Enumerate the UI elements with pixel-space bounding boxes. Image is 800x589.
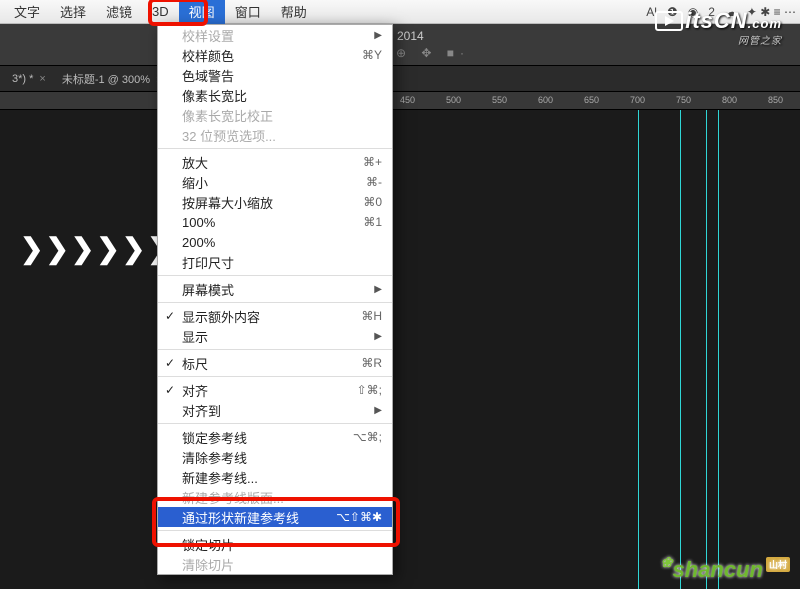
shortcut-label: ⌥⌘; <box>353 430 382 444</box>
menu-item[interactable]: 校样颜色 ⌘Y <box>158 45 392 65</box>
menu-item-label: 缩小 <box>182 173 208 192</box>
vertical-guide[interactable] <box>718 110 719 589</box>
leaf-icon: ❀ <box>661 554 673 570</box>
shortcut-label: ⌘1 <box>363 215 382 229</box>
menu-item-label: 像素长宽比校正 <box>182 106 273 125</box>
menu-item-label: 显示 <box>182 327 208 346</box>
menu-item: 32 位预览选项... <box>158 125 392 145</box>
menu-item[interactable]: 按屏幕大小缩放 ⌘0 <box>158 192 392 212</box>
ruler-mark: 650 <box>584 95 599 105</box>
menu-item-label: 清除切片 <box>182 555 234 574</box>
menu-item-label: 校样颜色 <box>182 46 234 65</box>
menu-window[interactable]: 窗口 <box>225 0 271 24</box>
view-menu-dropdown: 校样设置 ▶ 校样颜色 ⌘Y 色域警告像素长宽比像素长宽比校正32 位预览选项... 放大… <box>157 24 393 575</box>
menu-item[interactable]: 100% ⌘1 <box>158 212 392 232</box>
menu-item[interactable]: 锁定切片 <box>158 534 392 554</box>
menu-3d[interactable]: 3D <box>142 1 179 22</box>
menu-item: 校样设置 ▶ <box>158 25 392 45</box>
menu-item: 清除切片 <box>158 554 392 574</box>
play-icon <box>655 11 683 31</box>
menu-item[interactable]: 对齐到 ▶ <box>158 400 392 420</box>
shortcut-label: ⌘R <box>361 356 382 370</box>
menu-item-label: 色域警告 <box>182 66 234 85</box>
menu-item-label: 显示额外内容 <box>182 307 260 326</box>
menu-item[interactable]: 打印尺寸 <box>158 252 392 272</box>
shortcut-label: ⌥⇧⌘✱ <box>336 510 382 524</box>
checkmark-icon: ✓ <box>165 383 175 397</box>
menu-item-label: 清除参考线 <box>182 448 247 467</box>
menu-item[interactable]: 清除参考线 <box>158 447 392 467</box>
menu-item[interactable]: ✓ 对齐 ⇧⌘; <box>158 380 392 400</box>
menu-item-label: 新建参考线... <box>182 468 258 487</box>
menu-item[interactable]: ✓ 显示额外内容 ⌘H <box>158 306 392 326</box>
menu-item[interactable]: 新建参考线... <box>158 467 392 487</box>
menu-item[interactable]: ✓ 标尺 ⌘R <box>158 353 392 373</box>
shortcut-label: ⌘Y <box>362 48 382 62</box>
ruler-mark: 800 <box>722 95 737 105</box>
menu-item-label: 放大 <box>182 153 208 172</box>
shortcut-label: ⌘+ <box>363 155 382 169</box>
menu-item-label: 200% <box>182 235 215 250</box>
shortcut-label: ⌘H <box>361 309 382 323</box>
menu-item[interactable]: 色域警告 <box>158 65 392 85</box>
menu-item[interactable]: 锁定参考线 ⌥⌘; <box>158 427 392 447</box>
menu-item[interactable]: 显示 ▶ <box>158 326 392 346</box>
menu-view[interactable]: 视图 <box>179 0 225 24</box>
shortcut-label: ⌘- <box>366 175 382 189</box>
submenu-arrow-icon: ▶ <box>374 405 382 416</box>
ruler-mark: 700 <box>630 95 645 105</box>
menu-item-label: 打印尺寸 <box>182 253 234 272</box>
menu-item: 像素长宽比校正 <box>158 105 392 125</box>
watermark-itscn: itsCN.com 网管之家 <box>655 8 782 47</box>
shortcut-label: ⌘0 <box>363 195 382 209</box>
menu-item-label: 100% <box>182 215 215 230</box>
document-tab[interactable]: 未标题-1 @ 300%× <box>54 71 171 87</box>
shortcut-label: ⇧⌘; <box>357 383 382 397</box>
menu-item-label: 像素长宽比 <box>182 86 247 105</box>
menu-item: 新建参考线版面... <box>158 487 392 507</box>
submenu-arrow-icon: ▶ <box>374 331 382 342</box>
menu-item-label: 锁定切片 <box>182 535 234 554</box>
menu-item-label: 锁定参考线 <box>182 428 247 447</box>
menu-text[interactable]: 文字 <box>4 0 50 24</box>
menu-item-label: 通过形状新建参考线 <box>182 508 299 527</box>
vertical-guide[interactable] <box>706 110 707 589</box>
ruler-mark: 850 <box>768 95 783 105</box>
checkmark-icon: ✓ <box>165 309 175 323</box>
menu-item-label: 32 位预览选项... <box>182 126 276 145</box>
ruler-mark: 500 <box>446 95 461 105</box>
ruler-mark: 600 <box>538 95 553 105</box>
ruler-mark: 550 <box>492 95 507 105</box>
menu-item[interactable]: 放大 ⌘+ <box>158 152 392 172</box>
document-tab[interactable]: 3*) *× <box>4 73 54 85</box>
menu-select[interactable]: 选择 <box>50 0 96 24</box>
ruler-mark: 450 <box>400 95 415 105</box>
menu-item[interactable]: 200% <box>158 232 392 252</box>
canvas-area[interactable]: 450500550600650700750800850900 ❯❯❯❯❯❯❯ <box>0 92 800 589</box>
checkmark-icon: ✓ <box>165 356 175 370</box>
vertical-guide[interactable] <box>680 110 681 589</box>
menu-item[interactable]: 缩小 ⌘- <box>158 172 392 192</box>
menu-item-label: 对齐到 <box>182 401 221 420</box>
menu-help[interactable]: 帮助 <box>271 0 317 24</box>
close-icon[interactable]: × <box>39 73 45 85</box>
menu-item[interactable]: 通过形状新建参考线 ⌥⇧⌘✱ <box>158 507 392 527</box>
horizontal-ruler: 450500550600650700750800850900 <box>0 92 800 110</box>
submenu-arrow-icon: ▶ <box>374 284 382 295</box>
menu-item[interactable]: 屏幕模式 ▶ <box>158 279 392 299</box>
vertical-guide[interactable] <box>638 110 639 589</box>
document-tabs: 3*) *× 未标题-1 @ 300%× <box>0 66 800 92</box>
menu-item-label: 校样设置 <box>182 26 234 45</box>
menu-filter[interactable]: 滤镜 <box>96 0 142 24</box>
ruler-mark: 750 <box>676 95 691 105</box>
menu-item-label: 屏幕模式 <box>182 280 234 299</box>
menu-item-label: 按屏幕大小缩放 <box>182 193 273 212</box>
menu-item[interactable]: 像素长宽比 <box>158 85 392 105</box>
menu-item-label: 标尺 <box>182 354 208 373</box>
menu-item-label: 新建参考线版面... <box>182 488 284 507</box>
submenu-arrow-icon: ▶ <box>374 30 382 41</box>
menu-item-label: 对齐 <box>182 381 208 400</box>
watermark-shancun: ❀shancun山村 <box>661 557 790 583</box>
